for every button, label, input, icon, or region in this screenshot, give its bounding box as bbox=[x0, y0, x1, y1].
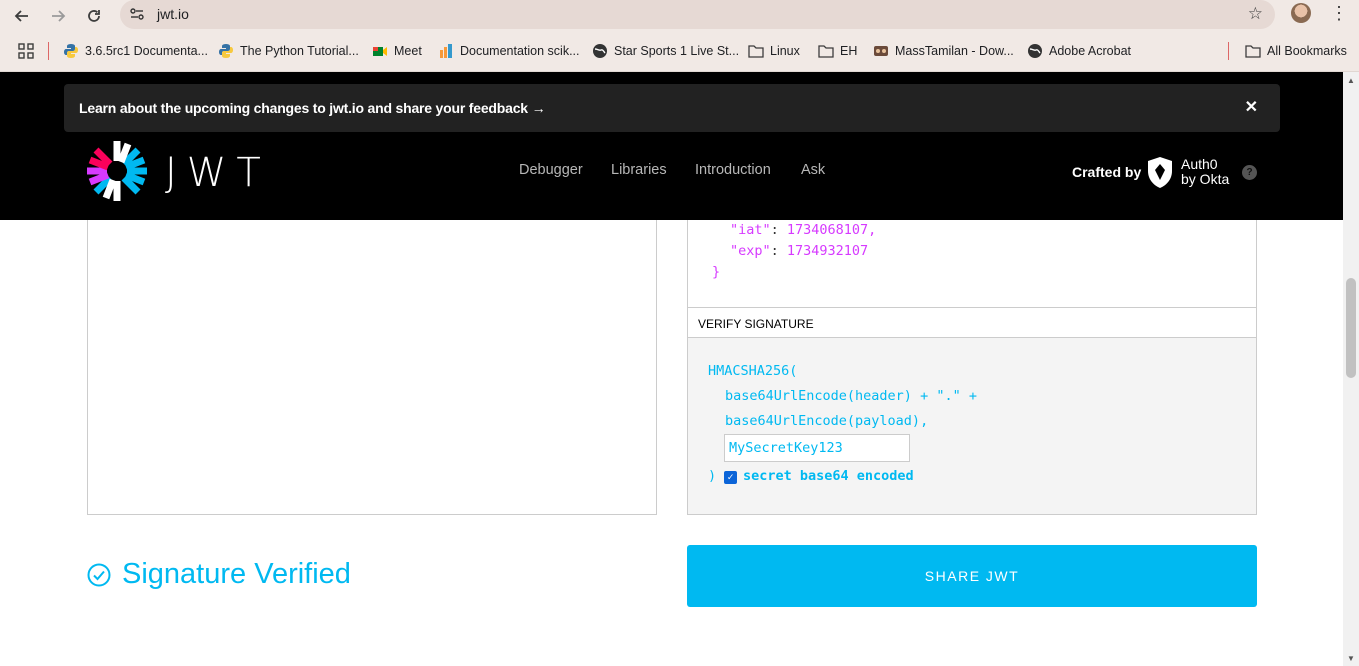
bookmark-item[interactable]: The Python Tutorial... bbox=[218, 43, 359, 59]
bookmark-item[interactable]: Adobe Acrobat bbox=[1027, 43, 1131, 59]
folder-icon bbox=[748, 45, 764, 58]
payload-close-brace: } bbox=[712, 264, 721, 280]
exp-key: "exp" bbox=[730, 243, 771, 259]
bookmarks-bar: 3.6.5rc1 Documenta... The Python Tutoria… bbox=[0, 32, 1359, 72]
colon: : bbox=[770, 222, 787, 238]
forward-arrow-icon[interactable] bbox=[45, 3, 71, 29]
bookmark-star-icon[interactable]: ☆ bbox=[1248, 4, 1263, 24]
bookmark-item[interactable]: Documentation scik... bbox=[438, 43, 580, 59]
page-content: Learn about the upcoming changes to jwt.… bbox=[0, 72, 1343, 666]
bookmark-separator bbox=[48, 42, 49, 60]
url-text[interactable]: jwt.io bbox=[157, 6, 189, 22]
payload-line-iat: "iat": 1734068107, bbox=[730, 222, 876, 238]
bookmark-item[interactable]: Star Sports 1 Live St... bbox=[592, 43, 739, 59]
signature-verified-status: Signature Verified bbox=[122, 558, 351, 590]
menu-kebab-icon[interactable]: ⋮ bbox=[1330, 3, 1348, 24]
verify-signature-header: VERIFY SIGNATURE bbox=[688, 307, 1256, 338]
check-circle-icon bbox=[87, 563, 111, 587]
profile-avatar[interactable] bbox=[1291, 3, 1311, 23]
decoded-panel: "iat": 1734068107, "exp": 1734932107 } V… bbox=[687, 220, 1257, 515]
crafted-by-label: Crafted by bbox=[1072, 164, 1142, 180]
logo-wordmark[interactable]: JWT bbox=[165, 150, 271, 196]
globe-icon bbox=[1028, 44, 1042, 58]
browser-toolbar: jwt.io ☆ ⋮ bbox=[0, 0, 1359, 32]
auth0-shield-icon[interactable] bbox=[1146, 156, 1174, 189]
okta-line: by Okta bbox=[1181, 171, 1230, 187]
nav-introduction[interactable]: Introduction bbox=[695, 162, 771, 178]
address-bar[interactable]: jwt.io ☆ bbox=[120, 0, 1275, 29]
iat-key: "iat" bbox=[730, 222, 771, 238]
meet-icon bbox=[373, 47, 387, 56]
nav-debugger[interactable]: Debugger bbox=[519, 162, 583, 178]
banner-link[interactable]: Learn about the upcoming changes to jwt.… bbox=[79, 100, 546, 116]
help-icon[interactable]: ? bbox=[1242, 165, 1257, 180]
verify-signature-editor: HMACSHA256( base64UrlEncode(header) + ".… bbox=[688, 338, 1256, 514]
announcement-banner: Learn about the upcoming changes to jwt.… bbox=[64, 84, 1280, 132]
auth0-brand[interactable]: Auth0 by Okta bbox=[1181, 157, 1229, 187]
globe-icon bbox=[593, 44, 607, 58]
all-bookmarks-label: All Bookmarks bbox=[1267, 44, 1347, 58]
nav-libraries[interactable]: Libraries bbox=[611, 162, 667, 178]
payload-editor[interactable]: "iat": 1734068107, "exp": 1734932107 } bbox=[688, 220, 1256, 307]
bookmark-item[interactable]: 3.6.5rc1 Documenta... bbox=[63, 43, 208, 59]
bookmark-label: Documentation scik... bbox=[460, 44, 580, 58]
secret-key-input[interactable] bbox=[724, 434, 910, 462]
nav-ask[interactable]: Ask bbox=[801, 162, 825, 178]
auth0-line: Auth0 bbox=[1181, 156, 1218, 172]
folder-icon bbox=[818, 45, 834, 58]
bookmark-folder[interactable]: Linux bbox=[748, 43, 800, 59]
bookmark-label: Adobe Acrobat bbox=[1049, 44, 1132, 58]
vertical-scrollbar[interactable]: ▲ ▼ bbox=[1343, 72, 1359, 666]
secret-base64-checkbox[interactable]: ✓ bbox=[724, 471, 737, 484]
jwt-logo-icon[interactable] bbox=[86, 140, 148, 202]
reload-icon[interactable] bbox=[81, 3, 107, 29]
scroll-up-arrow-icon[interactable]: ▲ bbox=[1347, 76, 1355, 85]
bookmark-label: EH bbox=[840, 44, 858, 58]
verify-signature-title: VERIFY SIGNATURE bbox=[698, 317, 814, 331]
back-arrow-icon[interactable] bbox=[9, 3, 35, 29]
header-encode-line: base64UrlEncode(header) + "." + bbox=[725, 388, 977, 404]
bookmark-folder[interactable]: EH bbox=[818, 43, 857, 59]
close-icon[interactable]: ✕ bbox=[1245, 97, 1258, 117]
scroll-thumb[interactable] bbox=[1346, 278, 1356, 378]
masstamilan-icon bbox=[874, 46, 888, 56]
site-header: Learn about the upcoming changes to jwt.… bbox=[0, 72, 1343, 220]
bookmark-label: Meet bbox=[394, 44, 422, 58]
site-settings-icon[interactable] bbox=[128, 5, 146, 23]
encoded-token-panel[interactable] bbox=[87, 220, 657, 515]
payload-encode-line: base64UrlEncode(payload), bbox=[725, 413, 929, 429]
share-jwt-button[interactable]: SHARE JWT bbox=[687, 545, 1257, 607]
bookmark-label: Linux bbox=[770, 44, 800, 58]
apps-grid-icon[interactable] bbox=[18, 43, 34, 59]
iat-value: 1734068107, bbox=[786, 222, 877, 238]
bookmark-item[interactable]: Meet bbox=[372, 43, 422, 59]
folder-icon bbox=[1245, 45, 1261, 58]
colon: : bbox=[770, 243, 787, 259]
bookmark-item[interactable]: MassTamilan - Dow... bbox=[873, 43, 1014, 59]
hmac-line: HMACSHA256( bbox=[708, 363, 798, 379]
exp-value: 1734932107 bbox=[786, 243, 869, 259]
bookmark-separator bbox=[1228, 42, 1229, 60]
python-icon bbox=[219, 44, 233, 58]
close-paren: ) bbox=[708, 468, 717, 484]
bookmark-label: 3.6.5rc1 Documenta... bbox=[85, 44, 208, 58]
docs-icon bbox=[440, 44, 452, 58]
all-bookmarks[interactable]: All Bookmarks bbox=[1245, 43, 1347, 59]
python-icon bbox=[64, 44, 78, 58]
scroll-down-arrow-icon[interactable]: ▼ bbox=[1347, 654, 1355, 663]
bookmark-label: Star Sports 1 Live St... bbox=[614, 44, 740, 58]
payload-line-exp: "exp": 1734932107 bbox=[730, 243, 868, 259]
bookmark-label: The Python Tutorial... bbox=[240, 44, 359, 58]
bookmark-label: MassTamilan - Dow... bbox=[895, 44, 1014, 58]
secret-base64-label[interactable]: secret base64 encoded bbox=[743, 468, 914, 484]
